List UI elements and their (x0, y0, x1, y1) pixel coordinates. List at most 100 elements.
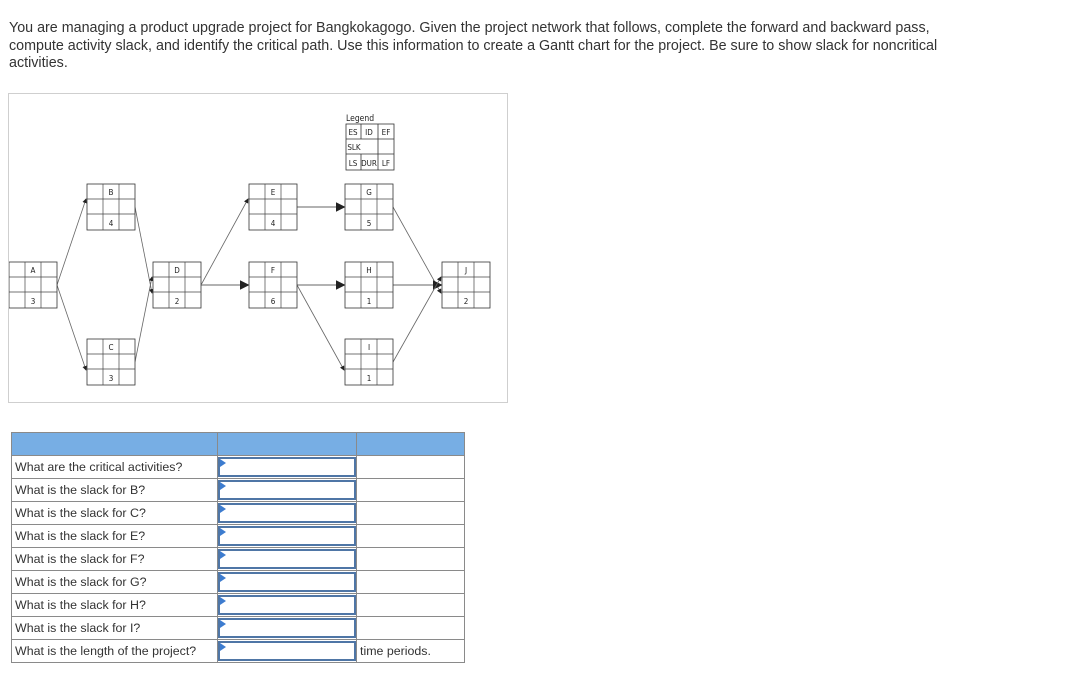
unit-label (356, 547, 465, 571)
question-label: What is the slack for E? (11, 524, 218, 548)
edge-f-to-i (296, 284, 345, 371)
answer-input[interactable] (220, 505, 354, 521)
table-row: What is the slack for E? (11, 524, 465, 548)
activity-id-label: J (464, 266, 467, 275)
table-row: What is the slack for I? (11, 616, 465, 640)
answer-input-box[interactable] (218, 480, 356, 500)
answer-input[interactable] (220, 574, 354, 590)
activity-node-g: G5 (344, 183, 394, 231)
activity-duration-label: 3 (109, 374, 114, 383)
input-marker-icon (220, 597, 226, 605)
activity-duration-label: 4 (271, 219, 276, 228)
answer-cell (217, 593, 357, 617)
answer-input[interactable] (220, 459, 354, 475)
edge-a-to-c (56, 284, 87, 371)
input-marker-icon (220, 505, 226, 513)
table-row: What is the slack for F? (11, 547, 465, 571)
activity-id-label: A (31, 266, 36, 275)
activity-duration-label: 3 (31, 297, 36, 306)
answer-input[interactable] (220, 597, 354, 613)
answer-input-box[interactable] (218, 618, 356, 638)
activity-id-label: H (366, 266, 371, 275)
question-label: What is the slack for C? (11, 501, 218, 525)
legend-ef: EF (382, 128, 391, 137)
input-marker-icon (220, 643, 226, 651)
table-row: What is the length of the project? time p… (11, 639, 465, 663)
answer-input-box[interactable] (218, 503, 356, 523)
activity-duration-label: 4 (109, 219, 114, 228)
activity-duration-label: 2 (464, 297, 469, 306)
unit-label (356, 501, 465, 525)
answer-input[interactable] (220, 528, 354, 544)
answer-cell (217, 524, 357, 548)
problem-statement: You are managing a product upgrade proje… (9, 20, 938, 72)
question-label: What is the slack for H? (11, 593, 218, 617)
answer-input-box[interactable] (218, 549, 356, 569)
activity-node-e: E4 (248, 183, 298, 231)
unit-label (356, 455, 465, 479)
unit-label (356, 570, 465, 594)
unit-label (356, 616, 465, 640)
question-label: What is the slack for I? (11, 616, 218, 640)
edge-b-to-d (134, 206, 154, 294)
activity-duration-label: 5 (367, 219, 372, 228)
edge-c-to-d (134, 276, 154, 363)
answer-input-box[interactable] (218, 572, 356, 592)
edge-g-to-j (392, 206, 442, 294)
question-label: What is the slack for G? (11, 570, 218, 594)
activity-id-label: I (368, 343, 370, 352)
edge-i-to-j (392, 276, 442, 363)
unit-label (356, 524, 465, 548)
input-marker-icon (220, 482, 226, 490)
legend-slk: SLK (347, 143, 361, 152)
answer-input[interactable] (220, 482, 354, 498)
activity-id-label: F (271, 266, 275, 275)
activity-node-d: D2 (152, 261, 202, 309)
legend-es: ES (348, 128, 358, 137)
activity-duration-label: 1 (367, 374, 372, 383)
input-marker-icon (220, 459, 226, 467)
input-marker-icon (220, 528, 226, 536)
project-network-diagram: A3B4C3D2E4F6G5H1I1J2 Legend ES ID EF SLK… (8, 93, 508, 403)
answer-input-box[interactable] (218, 641, 356, 661)
activity-id-label: G (366, 188, 372, 197)
activity-node-b: B4 (86, 183, 136, 231)
question-label: What are the critical activities? (11, 455, 218, 479)
legend-id: ID (365, 128, 373, 137)
activity-id-label: B (109, 188, 114, 197)
activity-duration-label: 2 (175, 297, 180, 306)
input-marker-icon (220, 620, 226, 628)
input-marker-icon (220, 551, 226, 559)
edge-d-to-e (200, 198, 249, 286)
answer-input-box[interactable] (218, 595, 356, 615)
table-header-row (11, 432, 465, 456)
activity-node-i: I1 (344, 338, 394, 386)
legend: Legend ES ID EF SLK LS DUR LF (345, 114, 395, 171)
input-marker-icon (220, 574, 226, 582)
answer-input-box[interactable] (218, 457, 356, 477)
unit-label (356, 478, 465, 502)
unit-label (356, 593, 465, 617)
network-svg: A3B4C3D2E4F6G5H1I1J2 Legend ES ID EF SLK… (9, 114, 491, 386)
answer-cell (217, 639, 357, 663)
table-row: What is the slack for C? (11, 501, 465, 525)
legend-title: Legend (346, 114, 374, 124)
answer-cell (217, 478, 357, 502)
activity-id-label: E (271, 188, 276, 197)
table-row: What is the slack for B? (11, 478, 465, 502)
header-cell (356, 432, 465, 456)
activity-node-a: A3 (9, 261, 58, 309)
question-label: What is the slack for B? (11, 478, 218, 502)
table-row: What is the slack for G? (11, 570, 465, 594)
table-row: What are the critical activities? (11, 455, 465, 479)
answer-table: What are the critical activities? What is… (11, 432, 465, 663)
answer-input[interactable] (220, 643, 354, 659)
legend-lf: LF (382, 159, 390, 168)
answer-cell (217, 570, 357, 594)
activity-id-label: D (174, 266, 180, 275)
answer-input-box[interactable] (218, 526, 356, 546)
edge-a-to-b (56, 198, 87, 286)
question-label: What is the length of the project? (11, 639, 218, 663)
answer-input[interactable] (220, 620, 354, 636)
answer-input[interactable] (220, 551, 354, 567)
